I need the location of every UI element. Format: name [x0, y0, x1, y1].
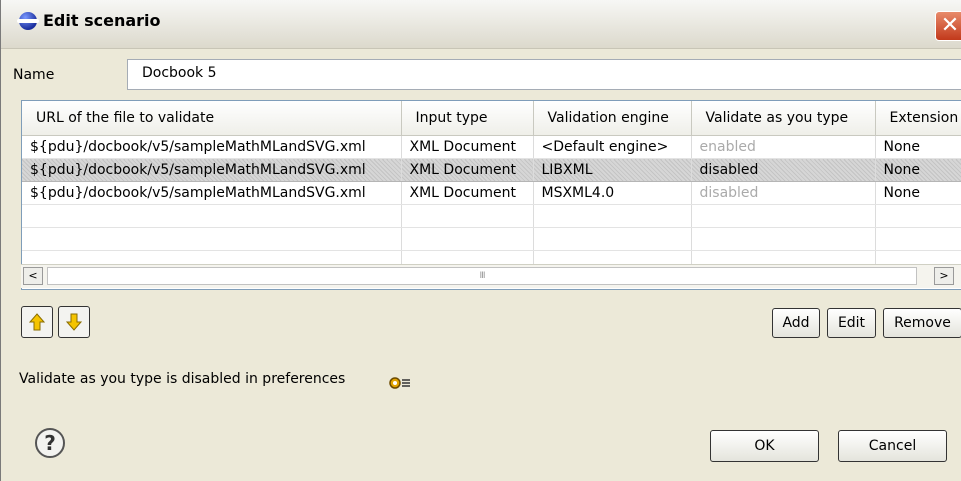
column-header-input-type[interactable]: Input type	[401, 101, 534, 136]
column-header-validate-as-you-type[interactable]: Validate as you type	[691, 101, 876, 136]
engine-cell: MSXML4.0	[533, 181, 692, 205]
extension-cell: None	[875, 181, 961, 205]
column-header-url[interactable]: URL of the file to validate	[22, 101, 402, 136]
empty-row	[22, 204, 961, 228]
horizontal-scrollbar[interactable]: < III >	[21, 264, 961, 288]
url-cell: ${pdu}/docbook/v5/sampleMathMLandSVG.xml	[22, 158, 402, 182]
edit-scenario-dialog: Edit scenario ✕ Name Docbook 5 URL of th…	[0, 0, 961, 481]
dialog-title: Edit scenario	[43, 11, 161, 30]
table-row[interactable]: ${pdu}/docbook/v5/sampleMathMLandSVG.xml…	[22, 135, 961, 159]
scenario-table: URL of the file to validate Input type V…	[21, 100, 961, 290]
table-row[interactable]: ${pdu}/docbook/v5/sampleMathMLandSVG.xml…	[22, 181, 961, 205]
scroll-thumb[interactable]: III	[47, 267, 917, 285]
extension-cell: None	[875, 135, 961, 159]
cancel-button[interactable]: Cancel	[838, 430, 947, 462]
validate-cell: enabled	[691, 135, 876, 159]
url-cell: ${pdu}/docbook/v5/sampleMathMLandSVG.xml	[22, 181, 402, 205]
move-down-button[interactable]	[58, 306, 90, 338]
edit-button[interactable]: Edit	[827, 308, 876, 338]
name-label: Name	[13, 67, 55, 83]
scroll-left-arrow[interactable]: <	[23, 267, 43, 285]
ok-button[interactable]: OK	[710, 430, 819, 462]
input-type-cell: XML Document	[401, 135, 534, 159]
validate-cell: disabled	[691, 181, 876, 205]
table-header-row: URL of the file to validate Input type V…	[22, 101, 961, 136]
url-cell: ${pdu}/docbook/v5/sampleMathMLandSVG.xml	[22, 135, 402, 159]
preferences-icon[interactable]	[388, 375, 412, 391]
remove-button[interactable]: Remove	[883, 308, 961, 338]
engine-cell: LIBXML	[533, 158, 692, 182]
validation-message: Validate as you type is disabled in pref…	[19, 371, 346, 387]
extension-cell: None	[875, 158, 961, 182]
input-type-cell: XML Document	[401, 181, 534, 205]
table-row-selected[interactable]: ${pdu}/docbook/v5/sampleMathMLandSVG.xml…	[22, 158, 961, 182]
scenario-icon	[17, 12, 39, 30]
arrow-up-icon	[29, 313, 45, 331]
help-icon[interactable]: ?	[35, 428, 65, 458]
close-button[interactable]: ✕	[935, 11, 961, 41]
input-type-cell: XML Document	[401, 158, 534, 182]
add-button[interactable]: Add	[772, 308, 820, 338]
empty-row	[22, 227, 961, 251]
arrow-down-icon	[66, 313, 82, 331]
validate-cell: disabled	[691, 158, 876, 182]
move-up-button[interactable]	[21, 306, 53, 338]
column-header-extension[interactable]: Extension	[875, 101, 961, 136]
name-input[interactable]: Docbook 5	[127, 59, 961, 90]
scroll-right-arrow[interactable]: >	[934, 267, 954, 285]
column-header-validation-engine[interactable]: Validation engine	[533, 101, 692, 136]
engine-cell: <Default engine>	[533, 135, 692, 159]
title-bar: Edit scenario ✕	[1, 0, 961, 49]
